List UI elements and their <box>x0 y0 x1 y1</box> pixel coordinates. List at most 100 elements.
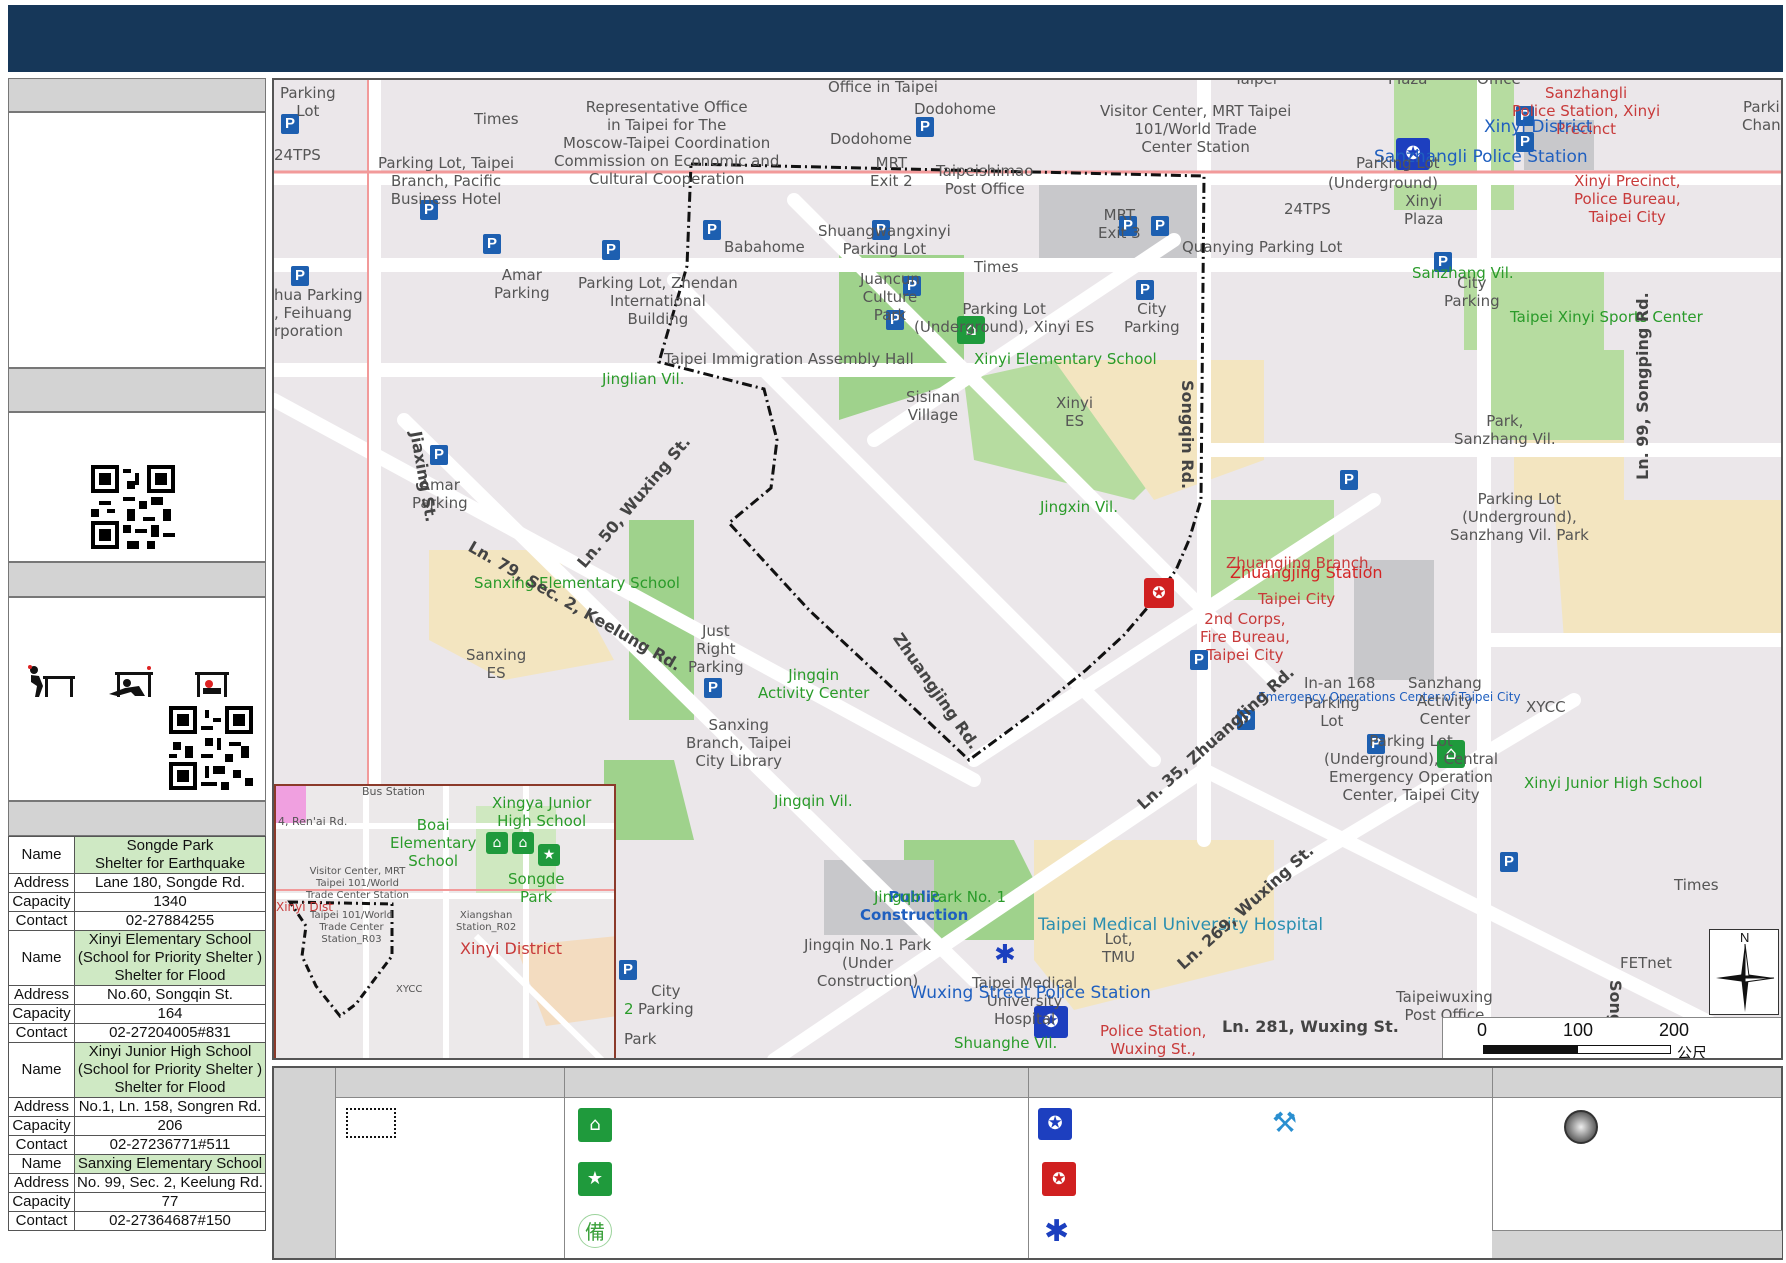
parking-icon: P <box>483 234 501 254</box>
map-label: XYCC <box>1526 698 1566 716</box>
inset-label: Xinyi District <box>460 939 563 958</box>
shelter-row: Capacity 77 <box>8 1192 266 1212</box>
map-label: Xinyi Plaza <box>1404 192 1444 228</box>
shelter-row: Address No. 99, Sec. 2, Keelung Rd. <box>8 1173 266 1193</box>
map-label: Jingqin Vil. <box>774 792 853 810</box>
panel-box-qr <box>8 412 266 562</box>
shelter-row: Contact 02-27236771#511 <box>8 1135 266 1155</box>
map-label: Shuangwangxinyi Parking Lot <box>818 222 951 258</box>
scale-bar: 0 100 200 公尺 <box>1442 1017 1781 1060</box>
shelter-field-value: Lane 180, Songde Rd. <box>74 873 266 893</box>
map-label: Taipei City <box>1258 590 1336 608</box>
qr-code-icon <box>91 465 175 549</box>
map-label: Park <box>624 1030 657 1048</box>
earthquake-shelter-icon[interactable]: ★ <box>538 844 560 866</box>
legend-side-header <box>274 1068 336 1258</box>
parking-icon: P <box>916 117 934 137</box>
compass-rose: N <box>1709 929 1779 1015</box>
map-label: Jingqin Activity Center <box>758 666 870 702</box>
parking-icon: P <box>1500 852 1518 872</box>
scale-unit: 公尺 <box>1677 1044 1708 1060</box>
panel-header-1 <box>8 78 266 112</box>
inset-label: 4, Ren'ai Rd. <box>278 815 348 828</box>
shelter-row: Contact 02-27884255 <box>8 911 266 931</box>
map-label: Parkin Chang <box>1742 98 1781 134</box>
shelter-row: Contact 02-27364687#150 <box>8 1211 266 1231</box>
shelter-row: Capacity 164 <box>8 1004 266 1024</box>
fire-station-legend-icon: ✪ <box>1042 1162 1076 1196</box>
shelter-field-value: 164 <box>74 1004 266 1024</box>
map-label: Parking Lot (Underground), Central Emerg… <box>1324 732 1499 804</box>
map-label: Just Right Parking <box>688 622 744 676</box>
main-map[interactable]: P P P P P P P P P P P P P P P P P P P P … <box>272 78 1783 1060</box>
shelter-row: Capacity 206 <box>8 1116 266 1136</box>
map-label: Parking Lot (Underground), Sanzhang Vil.… <box>1450 490 1589 544</box>
parking-icon: P <box>619 960 637 980</box>
shelter-field-key: Capacity <box>8 1192 75 1212</box>
parking-icon: P <box>703 220 721 240</box>
map-label: Zhuangjing Station <box>1230 563 1383 582</box>
inset-label: Visitor Center, MRT Taipei 101/World Tra… <box>306 866 409 901</box>
map-label: City Parking <box>638 982 694 1018</box>
parking-icon: P <box>1340 470 1358 490</box>
map-label: Parking Lot (Underground), Xinyi ES <box>914 300 1095 336</box>
map-label: Representative Office in Taipei for The … <box>554 98 780 188</box>
shelter-field-value: No.60, Songqin St. <box>74 985 266 1005</box>
legend-top-header <box>336 1068 1781 1098</box>
shelter-field-key: Name <box>8 930 75 986</box>
shelter-field-key: Address <box>8 1173 75 1193</box>
map-label: Amar Parking <box>494 266 550 302</box>
hospital-legend-icon: ✱ <box>1044 1214 1070 1249</box>
map-label: 24TPS <box>274 146 321 164</box>
parking-icon: P <box>430 445 448 465</box>
shelter-field-value: 77 <box>74 1192 266 1212</box>
earthquake-shelter-legend-icon: ★ <box>578 1162 612 1196</box>
inset-map[interactable]: ⌂ ⌂ ★ Bus Station 4, Ren'ai Rd. Xingya J… <box>274 784 616 1058</box>
hospital-icon[interactable]: ✱ <box>994 940 1016 970</box>
map-label: Parking Lot <box>1356 154 1440 172</box>
shelter-field-key: Name <box>8 836 75 874</box>
shelter-row: Name Songde Park Shelter for Earthquake <box>8 836 266 874</box>
road-label: Ln. 99, Songping Rd. <box>1633 292 1652 480</box>
panel-box-earthquake <box>8 597 266 801</box>
map-label: Jingqin No.1 Park (Under Construction) <box>804 936 932 990</box>
parking-icon: P <box>1151 216 1169 236</box>
police-legend-icon: ✪ <box>1038 1108 1072 1140</box>
shelter-field-key: Capacity <box>8 892 75 912</box>
eoc-legend-icon: ⚒ <box>1272 1106 1298 1139</box>
boundary-legend-icon <box>346 1108 396 1138</box>
panel-header-4 <box>8 801 266 836</box>
map-label: Plaza <box>1388 78 1428 88</box>
inset-label: Boai Elementary School <box>390 816 477 870</box>
map-label: MRT Exit 2 <box>870 154 913 190</box>
map-label: Visitor Center, MRT Taipei 101/World Tra… <box>1100 102 1292 156</box>
scale-segment-dark <box>1483 1045 1577 1054</box>
map-label: FETnet <box>1620 954 1672 972</box>
shelter-field-value: 1340 <box>74 892 266 912</box>
map-label: Parking Lot, Taipei Branch, Pacific Busi… <box>378 154 515 208</box>
map-label: Lot, TMU <box>1102 930 1136 966</box>
shelter-field-key: Address <box>8 1097 75 1117</box>
shelter-legend-icon: ⌂ <box>578 1108 612 1142</box>
map-label: Sanxing Branch, Taipei City Library <box>686 716 792 770</box>
title-bar <box>8 5 1783 72</box>
shelter-icon[interactable]: ⌂ <box>486 832 508 854</box>
shelter-row: Name Xinyi Elementary School (School for … <box>8 930 266 986</box>
map-label: City Parking <box>1124 300 1180 336</box>
shelter-field-value: 02-27236771#511 <box>74 1135 266 1155</box>
map-label: Parking Lot <box>280 84 336 120</box>
fire-station-icon[interactable]: ✪ <box>1144 578 1174 608</box>
road-label: Songqin Rd. <box>1178 380 1197 490</box>
shelter-field-value: No. 99, Sec. 2, Keelung Rd. <box>74 1173 266 1193</box>
shelter-icon[interactable]: ⌂ <box>512 832 534 854</box>
map-label: Times <box>474 110 519 128</box>
scale-segment-light <box>1577 1045 1671 1054</box>
parking-icon: P <box>704 678 722 698</box>
map-label: Babahome <box>724 238 805 256</box>
shelter-table: Name Songde Park Shelter for Earthquake Ad… <box>8 836 266 1231</box>
shelter-field-key: Address <box>8 985 75 1005</box>
shelter-field-value: 02-27364687#150 <box>74 1211 266 1231</box>
inset-label: Xiangshan Station_R02 <box>456 910 517 933</box>
inset-label: Xingya Junior High School <box>492 794 592 830</box>
shelter-field-value: Xinyi Junior High School (School for Pri… <box>74 1042 266 1098</box>
